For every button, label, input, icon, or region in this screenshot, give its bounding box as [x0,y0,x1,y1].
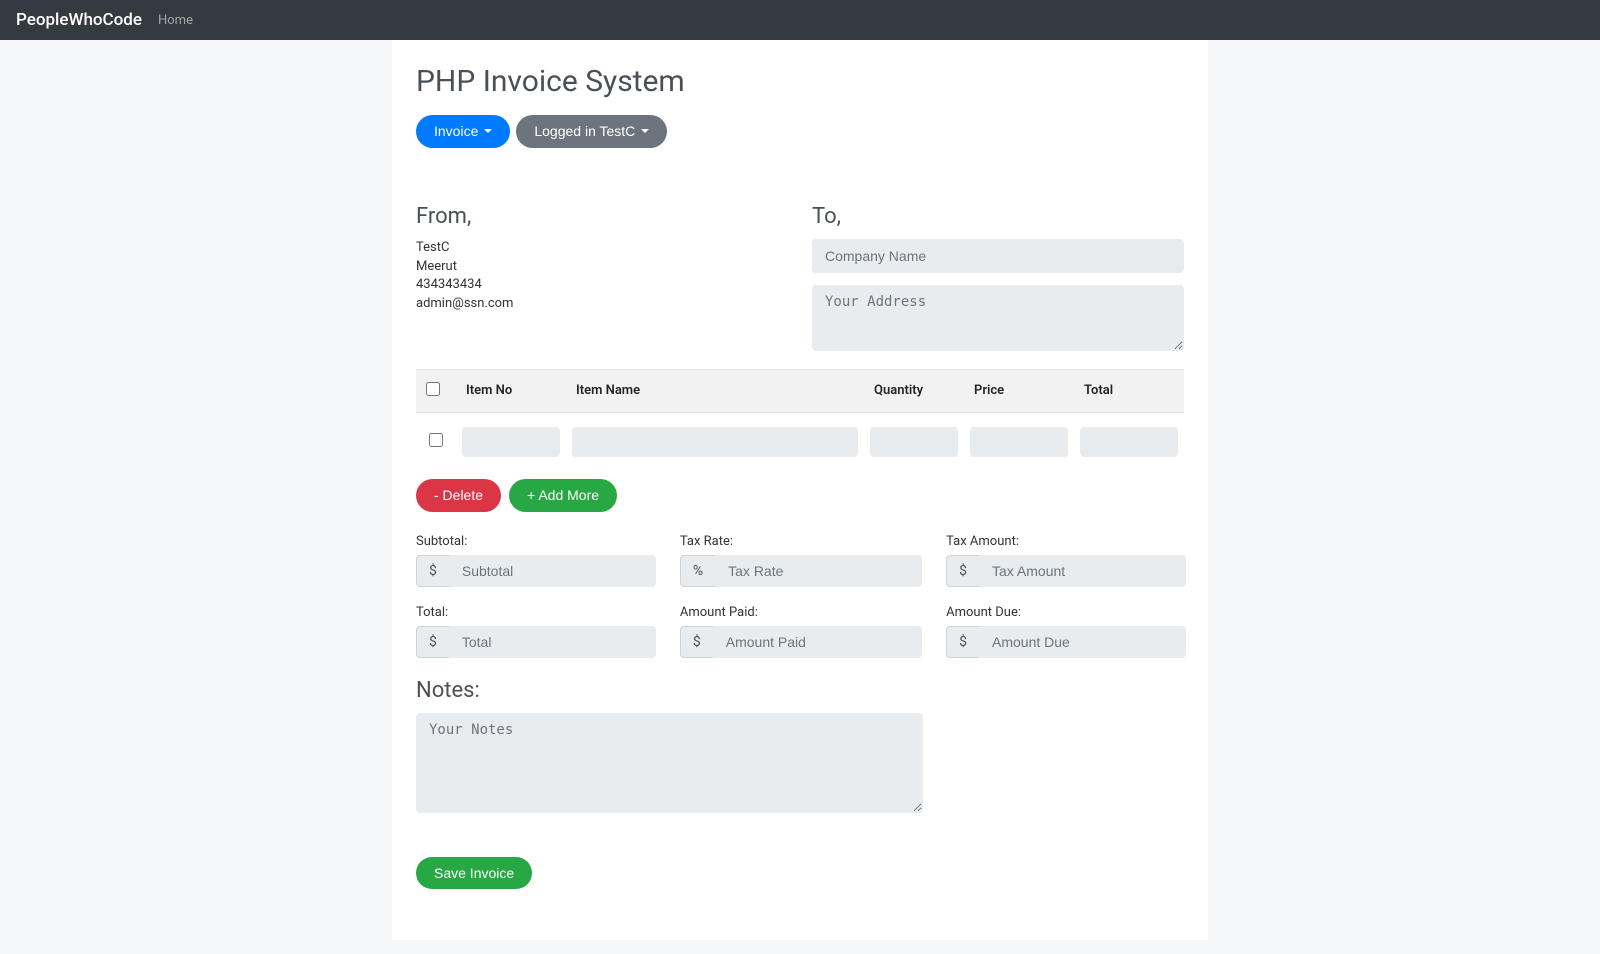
save-invoice-button[interactable]: Save Invoice [416,857,532,890]
total-input[interactable] [449,626,656,658]
currency-prefix: $ [416,626,449,658]
taxrate-input[interactable] [715,555,922,587]
quantity-input[interactable] [870,427,958,457]
user-button-label: Logged in TestC [534,123,635,140]
totals-grid: Subtotal: $ Tax Rate: % Tax Amount: $ To… [416,534,1184,658]
brand-logo[interactable]: PeopleWhoCode [16,10,142,30]
paid-label: Amount Paid: [680,605,922,620]
currency-prefix: $ [416,555,449,587]
from-column: From, TestC Meerut 434343434 admin@ssn.c… [416,204,788,351]
table-actions: - Delete + Add More [416,479,1184,512]
header-checkbox-cell [416,369,456,412]
taxamount-input[interactable] [979,555,1186,587]
navbar: PeopleWhoCode Home [0,0,1600,40]
address-input[interactable] [812,285,1184,351]
main-container: PHP Invoice System Invoice Logged in Tes… [392,40,1208,940]
from-to-row: From, TestC Meerut 434343434 admin@ssn.c… [416,204,1184,351]
due-label: Amount Due: [946,605,1186,620]
paid-input[interactable] [713,626,922,658]
save-row: Save Invoice [416,857,1184,890]
user-dropdown-button[interactable]: Logged in TestC [516,115,667,148]
item-name-input[interactable] [572,427,858,457]
notes-input[interactable] [416,713,923,813]
total-label: Total: [416,605,656,620]
nav-home-link[interactable]: Home [158,13,193,28]
taxrate-field: Tax Rate: % [680,534,922,587]
from-city: Meerut [416,258,788,277]
to-column: To, [812,204,1184,351]
add-more-button[interactable]: + Add More [509,479,617,512]
taxrate-label: Tax Rate: [680,534,922,549]
delete-button[interactable]: - Delete [416,479,501,512]
invoice-button-label: Invoice [434,123,478,140]
total-field: Total: $ [416,605,656,658]
select-all-checkbox[interactable] [426,382,440,396]
paid-field: Amount Paid: $ [680,605,922,658]
row-checkbox[interactable] [429,433,443,447]
to-inputs [812,239,1184,351]
currency-prefix: $ [946,555,979,587]
total-input[interactable] [1080,427,1178,457]
header-total: Total [1074,369,1184,412]
header-item-no: Item No [456,369,566,412]
from-info: TestC Meerut 434343434 admin@ssn.com [416,239,788,314]
table-header-row: Item No Item Name Quantity Price Total [416,369,1184,412]
from-phone: 434343434 [416,276,788,295]
chevron-down-icon [484,129,492,133]
currency-prefix: $ [680,626,713,658]
header-item-name: Item Name [566,369,864,412]
notes-section: Notes: [416,678,1184,817]
price-input[interactable] [970,427,1068,457]
taxamount-label: Tax Amount: [946,534,1186,549]
percent-prefix: % [680,555,715,587]
currency-prefix: $ [946,626,979,658]
taxamount-field: Tax Amount: $ [946,534,1186,587]
from-name: TestC [416,239,788,258]
page-title: PHP Invoice System [416,64,1184,99]
table-row [416,412,1184,471]
notes-heading: Notes: [416,678,1184,703]
invoice-dropdown-button[interactable]: Invoice [416,115,510,148]
due-input[interactable] [979,626,1186,658]
header-quantity: Quantity [864,369,964,412]
from-email: admin@ssn.com [416,295,788,314]
subtotal-label: Subtotal: [416,534,656,549]
items-table: Item No Item Name Quantity Price Total [416,369,1184,471]
company-name-input[interactable] [812,239,1184,273]
item-no-input[interactable] [462,427,560,457]
due-field: Amount Due: $ [946,605,1186,658]
header-price: Price [964,369,1074,412]
to-heading: To, [812,204,1184,229]
chevron-down-icon [641,129,649,133]
from-heading: From, [416,204,788,229]
subtotal-input[interactable] [449,555,656,587]
header-button-group: Invoice Logged in TestC [416,115,1184,148]
subtotal-field: Subtotal: $ [416,534,656,587]
